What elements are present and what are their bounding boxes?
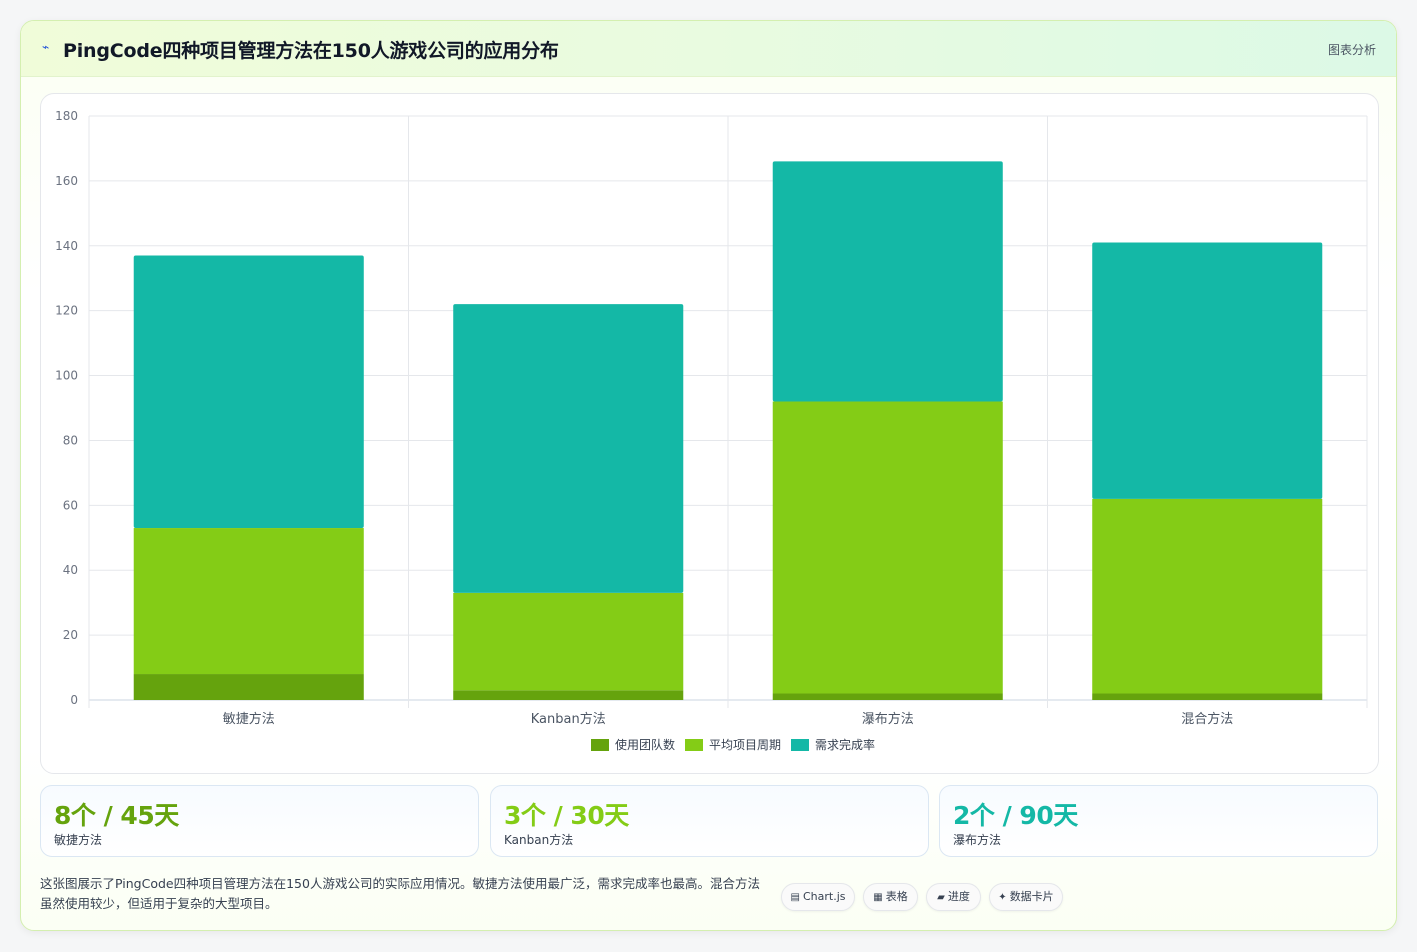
pill-label: 进度 xyxy=(947,890,970,903)
pill-chartjs[interactable]: ▤ Chart.js xyxy=(781,883,855,911)
y-tick-label: 120 xyxy=(55,304,78,318)
bar-segment xyxy=(453,304,684,593)
page-title: PingCode四种项目管理方法在150人游戏公司的应用分布 xyxy=(63,40,559,62)
chart-panel: 0 20 40 60 80 100 120 140 160 180 敏捷方法 Kanban方法 瀑布方法… xyxy=(40,93,1379,774)
table-icon: ▦ xyxy=(873,892,883,903)
stat-label: 敏捷方法 xyxy=(54,833,103,847)
y-tick-label: 160 xyxy=(55,174,78,188)
progress-icon: ▰ xyxy=(937,892,945,903)
bar-segment xyxy=(772,693,1003,700)
stat-label: Kanban方法 xyxy=(504,833,574,847)
chart-logo-icon: ⌁ xyxy=(42,40,50,54)
y-tick-label: 180 xyxy=(55,109,78,123)
y-tick-label: 140 xyxy=(55,239,78,253)
x-tick-label: 瀑布方法 xyxy=(862,711,914,727)
stat-card-waterfall: 2个 / 90天 瀑布方法 xyxy=(939,785,1378,857)
legend-label: 平均项目周期 xyxy=(709,738,781,752)
pill-progress[interactable]: ▰ 进度 xyxy=(926,883,981,911)
bar-segment xyxy=(133,528,364,675)
legend-swatch xyxy=(591,739,609,751)
x-tick-label: Kanban方法 xyxy=(531,711,606,727)
bar-segment xyxy=(1092,242,1323,499)
bar-segment xyxy=(1092,498,1323,694)
bar-segment xyxy=(453,690,684,700)
stat-card-kanban: 3个 / 30天 Kanban方法 xyxy=(490,785,929,857)
stat-value: 3个 / 30天 xyxy=(504,801,629,830)
pill-table[interactable]: ▦ 表格 xyxy=(863,883,918,911)
bar-segment xyxy=(453,592,684,691)
pill-label: 数据卡片 xyxy=(1009,890,1054,903)
bar-segment xyxy=(1092,693,1323,700)
bar-segment xyxy=(772,401,1003,694)
pill-label: 表格 xyxy=(885,890,908,903)
y-tick-label: 100 xyxy=(55,369,78,383)
y-tick-label: 80 xyxy=(63,433,78,447)
x-tick-label: 混合方法 xyxy=(1181,711,1233,727)
y-tick-label: 20 xyxy=(63,628,78,642)
legend-swatch xyxy=(791,739,809,751)
bar-segment xyxy=(133,255,364,529)
legend-label: 需求完成率 xyxy=(815,737,875,752)
chart-card: ⌁ PingCode四种项目管理方法在150人游戏公司的应用分布 图表分析 0 2… xyxy=(20,20,1397,931)
y-tick-label: 40 xyxy=(63,563,78,577)
bar-segment xyxy=(772,161,1003,402)
stat-value: 8个 / 45天 xyxy=(54,801,179,830)
stat-card-agile: 8个 / 45天 敏捷方法 xyxy=(40,785,479,857)
legend-swatch xyxy=(685,739,703,751)
bar-segment xyxy=(133,674,364,700)
pill-data-card[interactable]: ✦ 数据卡片 xyxy=(989,883,1063,911)
chart-type-tag: 图表分析 xyxy=(1327,43,1376,57)
pill-label: Chart.js xyxy=(802,890,846,903)
card-header: ⌁ PingCode四种项目管理方法在150人游戏公司的应用分布 图表分析 xyxy=(21,21,1396,77)
y-tick-label: 60 xyxy=(63,498,78,512)
x-tick-label: 敏捷方法 xyxy=(223,711,275,727)
y-tick-label: 0 xyxy=(70,693,78,707)
stat-label: 瀑布方法 xyxy=(953,833,1002,847)
stat-value: 2个 / 90天 xyxy=(953,801,1078,830)
chart-icon: ▤ xyxy=(790,892,800,903)
legend-label: 使用团队数 xyxy=(615,737,675,752)
stat-cards: 8个 / 45天 敏捷方法 3个 / 30天 Kanban方法 2个 / 90天… xyxy=(40,785,1379,857)
sparkle-icon: ✦ xyxy=(998,892,1007,903)
chart-description: 这张图展示了PingCode四种项目管理方法在150人游戏公司的实际应用情况。敏… xyxy=(40,876,760,911)
stacked-bar-chart: 0 20 40 60 80 100 120 140 160 180 敏捷方法 Kanban方法 瀑布方法… xyxy=(55,109,1368,752)
